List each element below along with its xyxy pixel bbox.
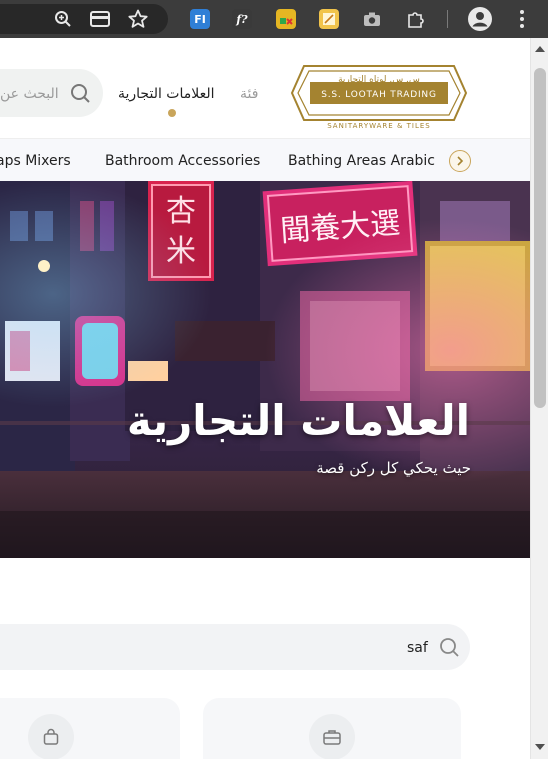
chevron-right-icon bbox=[457, 156, 464, 166]
card-icon[interactable] bbox=[87, 6, 113, 32]
scrollbar-thumb[interactable] bbox=[534, 68, 546, 408]
category-next-button[interactable] bbox=[449, 150, 471, 172]
category-card[interactable] bbox=[0, 698, 180, 759]
active-nav-indicator bbox=[168, 109, 176, 117]
browser-menu-icon[interactable] bbox=[514, 6, 530, 32]
logo-tagline: SANITARYWARE & TILES bbox=[327, 122, 431, 130]
nav-brands-link[interactable]: العلامات التجارية bbox=[118, 86, 215, 102]
search-icon[interactable] bbox=[69, 82, 91, 104]
hero-street-image: 杏 米 聞養大選 bbox=[0, 181, 530, 558]
calendar-extension-icon[interactable] bbox=[276, 9, 296, 29]
category-card[interactable] bbox=[203, 698, 461, 759]
hero-banner: 杏 米 聞養大選 العلامات التجارية حيث يحكي bbox=[0, 181, 530, 558]
logo-arabic-text: س. س. لوتاه التجارية bbox=[338, 75, 420, 85]
profile-avatar[interactable] bbox=[468, 7, 492, 31]
hero-title: العلامات التجارية bbox=[126, 396, 470, 445]
nav-category-link[interactable]: فئة bbox=[240, 86, 258, 102]
note-extension-icon[interactable] bbox=[319, 9, 339, 29]
category-item-bathroom-accessories[interactable]: Bathroom Accessories bbox=[105, 153, 260, 169]
logo-english-text: S.S. LOOTAH TRADING bbox=[321, 90, 437, 100]
camera-extension-icon[interactable] bbox=[362, 9, 382, 29]
page-scrollbar[interactable] bbox=[530, 38, 548, 759]
page-viewport: س. س. لوتاه التجارية S.S. LOOTAH TRADING… bbox=[0, 38, 530, 759]
category-item-taps-mixers[interactable]: aps Mixers bbox=[0, 153, 71, 169]
shopping-bag-icon bbox=[28, 714, 74, 759]
category-item-bathing-areas-arabic[interactable]: Bathing Areas Arabic bbox=[288, 153, 435, 169]
toolbar-separator bbox=[447, 10, 448, 28]
search-icon[interactable] bbox=[438, 636, 460, 658]
scroll-down-arrow-icon[interactable] bbox=[535, 744, 545, 750]
browser-toolbar: FI f? bbox=[0, 0, 548, 38]
brand-search-value: saf bbox=[407, 640, 428, 656]
fi-extension-icon[interactable]: FI bbox=[190, 9, 210, 29]
scroll-up-arrow-icon[interactable] bbox=[535, 46, 545, 52]
brand-search-input[interactable] bbox=[0, 624, 470, 670]
briefcase-icon bbox=[309, 714, 355, 759]
hero-subtitle: حيث يحكي كل ركن قصة bbox=[316, 459, 471, 477]
formula-extension-icon[interactable]: f? bbox=[232, 9, 252, 29]
header-search-placeholder: البحث عن bbox=[0, 86, 59, 102]
zoom-icon[interactable] bbox=[50, 6, 76, 32]
puzzle-extension-icon[interactable] bbox=[405, 9, 425, 29]
star-icon[interactable] bbox=[125, 6, 151, 32]
